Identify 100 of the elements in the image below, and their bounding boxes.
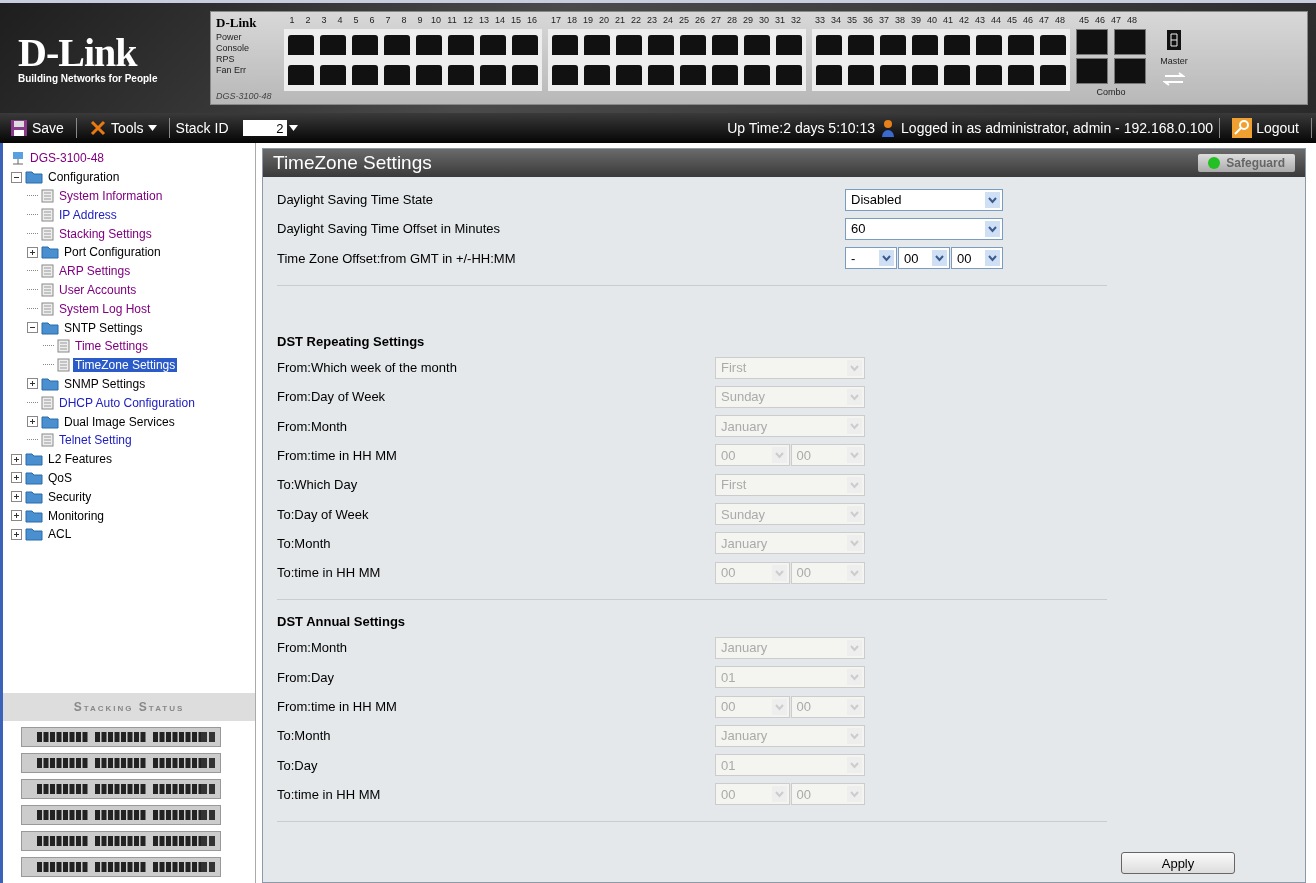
document-icon bbox=[41, 282, 54, 297]
tools-menu[interactable]: Tools bbox=[82, 119, 163, 137]
tree-item[interactable]: Configuration bbox=[46, 170, 122, 185]
sfp-port-icon bbox=[1114, 29, 1146, 55]
port-icon bbox=[648, 35, 674, 55]
device-brand: D-Link bbox=[216, 15, 258, 31]
port-number: 17 bbox=[550, 15, 562, 26]
port-icon bbox=[1008, 65, 1034, 85]
port-number: 16 bbox=[526, 15, 538, 26]
port-number: 22 bbox=[630, 15, 642, 26]
stack-id-field[interactable]: 2 bbox=[242, 120, 287, 136]
port-number: 28 bbox=[726, 15, 738, 26]
tree-item[interactable]: QoS bbox=[46, 470, 74, 485]
expand-icon[interactable] bbox=[11, 528, 22, 540]
tree-item[interactable]: SNTP Settings bbox=[62, 320, 145, 335]
port-number: 4 bbox=[336, 15, 344, 26]
expand-icon[interactable] bbox=[11, 510, 22, 522]
chevron-down-icon bbox=[771, 698, 787, 715]
field-label: To:time in HH MM bbox=[277, 565, 382, 581]
tree-item[interactable]: System Information bbox=[57, 189, 165, 203]
port-icon bbox=[776, 35, 802, 55]
apply-button[interactable]: Apply bbox=[1121, 852, 1235, 874]
chevron-down-icon bbox=[879, 250, 894, 267]
expand-icon[interactable] bbox=[27, 246, 38, 258]
led-label: Power bbox=[216, 32, 243, 42]
port-number: 14 bbox=[494, 15, 506, 26]
tree-item[interactable]: Time Settings bbox=[73, 339, 150, 354]
port-icon bbox=[976, 65, 1002, 85]
port-icon bbox=[680, 65, 706, 85]
expand-icon[interactable] bbox=[11, 491, 22, 503]
expand-icon[interactable] bbox=[27, 378, 38, 390]
tree-item[interactable]: IP Address bbox=[57, 207, 119, 222]
folder-icon bbox=[41, 376, 59, 391]
tree-item[interactable]: Telnet Setting bbox=[57, 433, 134, 448]
tree-item[interactable]: Dual Image Services bbox=[62, 414, 177, 429]
port-number: 12 bbox=[462, 15, 474, 26]
port-icon bbox=[912, 65, 938, 85]
port-icon bbox=[384, 35, 410, 55]
save-button[interactable]: Save bbox=[4, 119, 70, 137]
port-icon bbox=[1040, 35, 1066, 55]
port-icon bbox=[816, 65, 842, 85]
chevron-down-icon bbox=[847, 786, 862, 803]
port-number: 3 bbox=[320, 15, 328, 26]
tree-item[interactable]: Security bbox=[46, 489, 94, 504]
login-info: Logged in as administrator, admin - 192.168.0.100 bbox=[901, 120, 1214, 136]
port-icon bbox=[480, 65, 506, 85]
chevron-down-icon bbox=[847, 757, 862, 774]
safeguard-label: Safeguard bbox=[1226, 156, 1285, 170]
chevron-down-icon bbox=[847, 359, 862, 376]
port-icon bbox=[448, 35, 474, 55]
tree-item[interactable]: Monitoring bbox=[46, 508, 107, 523]
port-icon bbox=[288, 65, 314, 85]
dropdown[interactable]: 00 bbox=[898, 247, 950, 270]
chevron-down-icon bbox=[847, 535, 862, 552]
dropdown[interactable]: Disabled bbox=[845, 188, 1003, 211]
port-number: 43 bbox=[974, 15, 986, 26]
field-label: To:Day bbox=[277, 757, 319, 773]
port-icon bbox=[480, 35, 506, 55]
tree-item[interactable]: ARP Settings bbox=[57, 264, 133, 279]
port-number: 34 bbox=[830, 15, 842, 26]
port-number: 41 bbox=[942, 15, 954, 26]
logo: D-Link bbox=[18, 32, 138, 73]
tree-item[interactable]: TimeZone Settings bbox=[73, 358, 178, 373]
expand-icon[interactable] bbox=[11, 472, 22, 484]
collapse-icon[interactable] bbox=[27, 322, 38, 334]
tree-item[interactable]: SNMP Settings bbox=[62, 376, 148, 391]
expand-icon[interactable] bbox=[11, 453, 22, 465]
caret-icon[interactable] bbox=[288, 125, 298, 131]
logout-button[interactable]: Logout bbox=[1226, 118, 1305, 138]
tree-item[interactable]: ACL bbox=[46, 527, 74, 542]
tree-root[interactable]: DGS-3100-48 bbox=[28, 151, 107, 166]
field-label: From:Which week of the month bbox=[277, 360, 458, 376]
field-label: From:time in HH MM bbox=[277, 447, 398, 463]
port-number: 6 bbox=[368, 15, 376, 26]
tree-item[interactable]: System Log Host bbox=[57, 301, 153, 316]
chevron-down-icon bbox=[847, 698, 862, 715]
tree-item[interactable]: Stacking Settings bbox=[57, 226, 154, 241]
tree-item[interactable]: L2 Features bbox=[46, 452, 115, 467]
tree-item[interactable]: DHCP Auto Configuration bbox=[57, 395, 197, 410]
port-number: 15 bbox=[510, 15, 522, 26]
led-label: Console bbox=[216, 43, 251, 53]
folder-icon bbox=[25, 527, 43, 542]
expand-icon[interactable] bbox=[27, 416, 38, 428]
dropdown[interactable]: 00 bbox=[951, 247, 1003, 270]
tree-item[interactable]: User Accounts bbox=[57, 282, 139, 297]
port-number: 7 bbox=[384, 15, 392, 26]
folder-icon bbox=[41, 414, 59, 429]
combo-label: Combo bbox=[1095, 87, 1127, 97]
dropdown[interactable]: 60 bbox=[845, 217, 1003, 240]
sfp-port-icon bbox=[1114, 58, 1146, 84]
port-number: 5 bbox=[352, 15, 360, 26]
folder-icon bbox=[25, 470, 43, 485]
collapse-icon[interactable] bbox=[11, 171, 22, 183]
dropdown[interactable]: - bbox=[845, 247, 897, 270]
port-number: 48 bbox=[1126, 15, 1138, 26]
port-number: 10 bbox=[430, 15, 442, 26]
folder-icon bbox=[41, 245, 59, 260]
document-icon bbox=[41, 433, 54, 448]
port-icon bbox=[512, 35, 538, 55]
tree-item[interactable]: Port Configuration bbox=[62, 245, 163, 260]
